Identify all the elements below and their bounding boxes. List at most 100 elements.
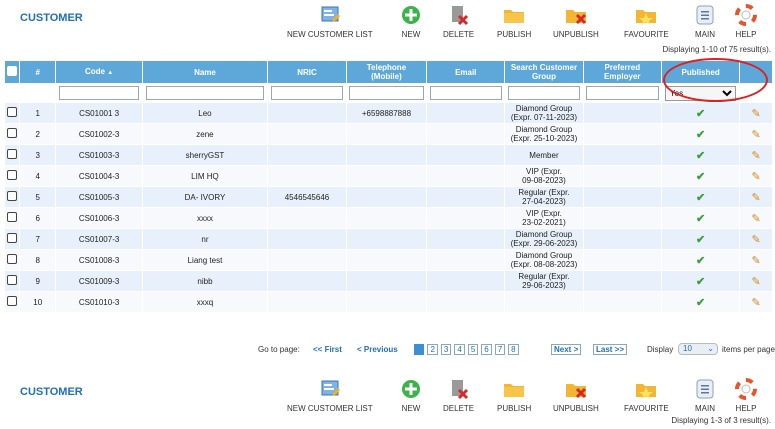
published-check-icon: ✔ (696, 212, 706, 225)
cell-code: CS01008-3 (56, 250, 142, 270)
nric-filter-input[interactable] (270, 86, 344, 100)
cell-edit: ✎ (740, 166, 772, 186)
row-checkbox[interactable] (6, 191, 17, 201)
table-row[interactable]: 8 CS01008-3 Liang test Diamond Group (Expr. … (5, 250, 772, 270)
column-code[interactable]: Code ▲ (56, 61, 142, 83)
menu-list-icon (696, 5, 714, 25)
email-filter-input[interactable] (429, 86, 502, 100)
previous-page-link[interactable]: < Previous (357, 345, 398, 354)
table-row[interactable]: 4 CS01004-3 LIM HQ VIP (Expr. 09-08-2023) ✔ ✎ (5, 166, 772, 186)
next-page-link[interactable]: Next > (551, 344, 582, 355)
cell-preferred-employer (583, 208, 661, 228)
cell-edit: ✎ (740, 229, 772, 249)
filter-row: Yes (5, 84, 772, 102)
table-row[interactable]: 7 CS01007-3 nr Diamond Group (Expr. 29-06-20… (5, 229, 772, 249)
page-link-7[interactable]: 7 (494, 344, 506, 355)
edit-pencil-icon[interactable]: ✎ (752, 234, 761, 246)
row-checkbox[interactable] (6, 128, 17, 138)
column-email[interactable]: Email (427, 61, 505, 83)
cell-preferred-employer (583, 187, 661, 207)
column-customer-group[interactable]: Search Customer Group (505, 61, 583, 83)
cell-code: CS01002-3 (56, 124, 142, 144)
row-checkbox[interactable] (6, 275, 17, 285)
cell-published: ✔ (661, 229, 740, 249)
table-row[interactable]: 3 CS01003-3 sherryGST Member ✔ ✎ (5, 145, 772, 165)
first-page-link[interactable]: << First (313, 345, 342, 354)
cell-name: xxxx (142, 208, 268, 228)
unpublish-button[interactable]: UNPUBLISH (553, 4, 599, 39)
favourite-button-bottom[interactable]: FAVOURITE (624, 378, 669, 413)
items-per-page-select[interactable]: 10 ⌄ (678, 343, 718, 355)
cell-preferred-employer (583, 103, 661, 123)
edit-pencil-icon[interactable]: ✎ (752, 297, 761, 309)
page-link-6[interactable]: 6 (481, 344, 492, 355)
row-checkbox[interactable] (6, 170, 17, 180)
delete-button-bottom[interactable]: DELETE (443, 378, 474, 413)
row-checkbox[interactable] (6, 212, 17, 222)
last-page-link[interactable]: Last >> (593, 344, 628, 355)
row-checkbox[interactable] (6, 149, 17, 159)
delete-button[interactable]: DELETE (443, 4, 474, 39)
table-row[interactable]: 9 CS01009-3 nibb Regular (Expr. 29-06-2023) ✔… (5, 271, 772, 291)
table-row[interactable]: 5 CS01005-3 DA- IVORY 4546545646 Regular (Ex… (5, 187, 772, 207)
edit-pencil-icon[interactable]: ✎ (752, 255, 761, 267)
publish-button[interactable]: PUBLISH (497, 4, 531, 39)
code-filter-input[interactable] (59, 86, 140, 100)
select-all-checkbox[interactable] (6, 66, 17, 76)
new-button-bottom[interactable]: NEW (400, 378, 422, 413)
chevron-down-icon: ⌄ (707, 344, 714, 353)
select-all-header[interactable] (5, 61, 19, 83)
page-link-1[interactable]: 1 (414, 344, 425, 355)
cell-email (427, 250, 505, 270)
publish-button-bottom[interactable]: PUBLISH (497, 378, 531, 413)
new-customer-list-button-bottom[interactable]: NEW CUSTOMER LIST (287, 378, 373, 413)
main-button[interactable]: MAIN (694, 4, 716, 39)
column-preferred-employer[interactable]: Preferred Employer (583, 61, 661, 83)
cell-preferred-employer (583, 166, 661, 186)
items-per-page-label: items per page (722, 345, 775, 354)
help-button-bottom[interactable]: HELP (735, 378, 757, 413)
edit-pencil-icon[interactable]: ✎ (752, 108, 761, 120)
main-button-bottom[interactable]: MAIN (694, 378, 716, 413)
customer-group-filter-input[interactable] (507, 86, 581, 100)
unpublish-button-bottom[interactable]: UNPUBLISH (553, 378, 599, 413)
add-icon (402, 6, 420, 24)
cell-telephone (346, 229, 427, 249)
edit-pencil-icon[interactable]: ✎ (752, 171, 761, 183)
row-checkbox[interactable] (6, 296, 17, 306)
column-nric[interactable]: NRIC (268, 61, 346, 83)
page-link-5[interactable]: 5 (467, 344, 479, 355)
cell-preferred-employer (583, 250, 661, 270)
new-button[interactable]: NEW (400, 4, 422, 39)
edit-pencil-icon[interactable]: ✎ (752, 129, 761, 141)
column-name[interactable]: Name (142, 61, 268, 83)
row-checkbox[interactable] (6, 254, 17, 264)
column-telephone[interactable]: Telephone (Mobile) (346, 61, 427, 83)
page-link-4[interactable]: 4 (454, 344, 465, 355)
name-filter-input[interactable] (146, 86, 264, 100)
cell-nric (268, 250, 346, 270)
cell-edit: ✎ (740, 187, 772, 207)
edit-pencil-icon[interactable]: ✎ (752, 213, 761, 225)
table-row[interactable]: 1 CS01001 3 Leo +6598887888 Diamond Group (Ex… (5, 103, 772, 123)
help-button[interactable]: HELP (735, 4, 757, 39)
table-row[interactable]: 10 CS01010-3 xxxq ✔ ✎ (5, 292, 772, 312)
top-toolbar: CUSTOMER NEW CUSTOMER LIST NEW DELETE PU… (0, 0, 775, 40)
employer-filter-input[interactable] (585, 86, 659, 100)
published-check-icon: ✔ (696, 275, 706, 288)
table-row[interactable]: 2 CS01002-3 zene Diamond Group (Expr. 25-10-… (5, 124, 772, 144)
add-icon (402, 380, 420, 398)
edit-pencil-icon[interactable]: ✎ (752, 192, 761, 204)
page-link-2[interactable]: 2 (427, 344, 438, 355)
edit-pencil-icon[interactable]: ✎ (752, 276, 761, 288)
table-row[interactable]: 6 CS01006-3 xxxx VIP (Expr. 23-02-2021) ✔ ✎ (5, 208, 772, 228)
edit-pencil-icon[interactable]: ✎ (752, 150, 761, 162)
telephone-filter-input[interactable] (349, 86, 424, 100)
row-checkbox[interactable] (6, 107, 17, 117)
new-customer-list-button[interactable]: NEW CUSTOMER LIST (287, 4, 373, 39)
favourite-button[interactable]: FAVOURITE (624, 4, 669, 39)
row-checkbox[interactable] (6, 233, 17, 243)
page-link-3[interactable]: 3 (440, 344, 452, 355)
cell-telephone (346, 166, 427, 186)
page-link-8[interactable]: 8 (508, 344, 519, 355)
